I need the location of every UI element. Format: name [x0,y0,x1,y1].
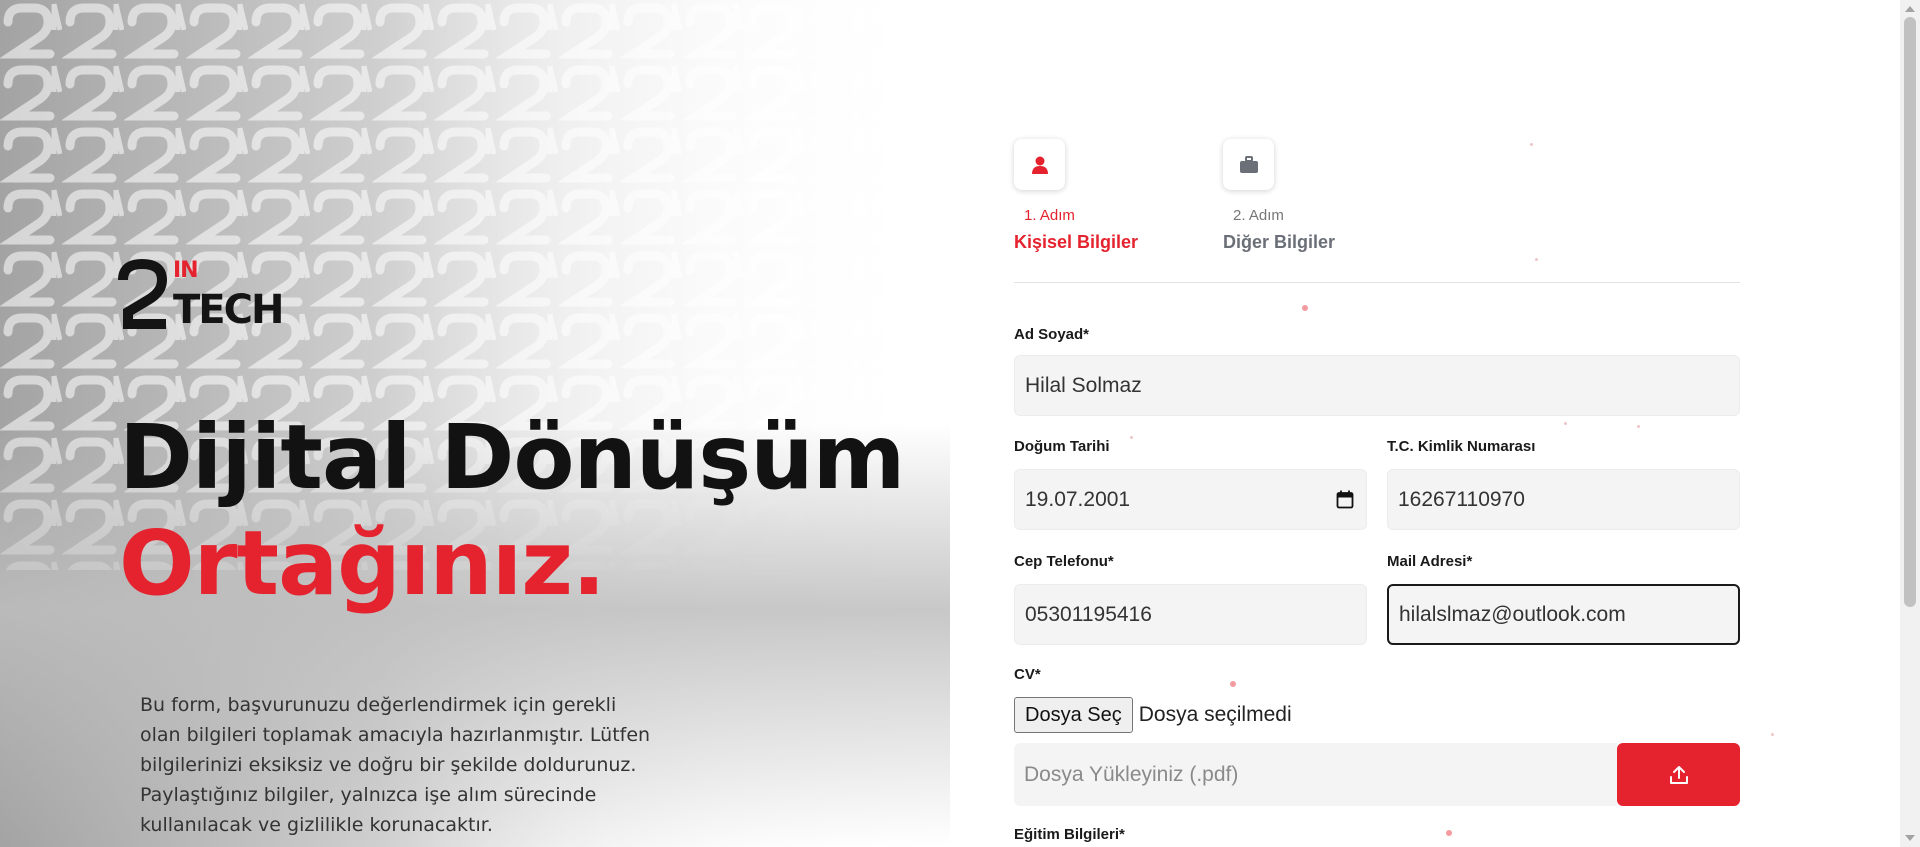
logo-tech-text: TECH [173,287,284,333]
birth-date-label: Doğum Tarihi [1014,438,1110,455]
scroll-down-arrow-icon[interactable] [1905,835,1915,841]
step-other-info[interactable]: 2. Adım Diğer Bilgiler [1223,139,1335,253]
full-name-input[interactable]: Hilal Solmaz [1014,355,1740,416]
step-1-title: Kişisel Bilgiler [1014,232,1139,252]
decorative-dot [1130,436,1133,439]
cv-upload-input[interactable]: Dosya Yükleyiniz (.pdf) [1014,743,1617,806]
hero-panel: IN TECH Dijital Dönüşüm Ortağınız. Bu fo… [0,0,950,847]
cv-upload-group: Dosya Yükleyiniz (.pdf) [1014,743,1740,806]
birth-date-input[interactable]: 19.07.2001 [1014,469,1367,530]
step-1-icon-box [1014,139,1065,190]
steps-divider [1014,282,1740,283]
scrollbar-thumb[interactable] [1904,17,1916,607]
cv-file-picker: Dosya Seç Dosya seçilmedi [1014,697,1292,733]
decorative-dot [1771,733,1774,736]
decorative-dot [1637,425,1640,428]
logo-in-text: IN [173,258,199,283]
application-form: 1. Adım Kişisel Bilgiler 2. Adım Diğer B… [1014,0,1740,847]
step-2-number: 2. Adım [1233,207,1284,224]
cv-label: CV* [1014,666,1041,683]
step-personal-info[interactable]: 1. Adım Kişisel Bilgiler [1014,139,1138,253]
user-icon [1031,156,1048,174]
upload-button[interactable] [1617,743,1740,806]
briefcase-icon [1239,155,1258,173]
full-name-label: Ad Soyad* [1014,326,1090,343]
decorative-dot [1530,143,1533,146]
intro-paragraph: Bu form, başvurunuzu değerlendirmek için… [140,694,651,836]
calendar-icon[interactable] [1336,490,1354,509]
company-logo: IN TECH [118,258,303,333]
decorative-dot [1302,305,1308,311]
page-scrollbar[interactable] [1900,0,1920,847]
upload-icon [1669,765,1688,784]
headline-line-2: Ortağınız. [119,511,606,615]
decorative-dot [1230,681,1236,687]
step-2-icon-box [1223,139,1274,190]
decorative-dot [1446,830,1452,836]
choose-file-button[interactable]: Dosya Seç [1014,697,1133,733]
logo-two-mark [118,258,168,329]
scroll-up-arrow-icon[interactable] [1905,6,1915,12]
birth-date-value: 19.07.2001 [1025,487,1131,511]
phone-label: Cep Telefonu* [1014,553,1114,570]
tc-number-input[interactable]: 16267110970 [1387,469,1740,530]
step-1-number: 1. Adım [1024,207,1075,224]
education-label: Eğitim Bilgileri* [1014,826,1125,843]
tc-number-label: T.C. Kimlik Numarası [1387,438,1536,455]
email-label: Mail Adresi* [1387,553,1473,570]
email-input[interactable]: hilalslmaz@outlook.com [1387,584,1740,645]
hero-headline: Dijital Dönüşüm Ortağınız. [119,404,905,616]
headline-line-1: Dijital Dönüşüm [119,405,905,509]
decorative-dot [1535,258,1538,261]
file-status-text: Dosya seçilmedi [1138,703,1292,726]
step-2-title: Diğer Bilgiler [1223,232,1336,252]
phone-input[interactable]: 05301195416 [1014,584,1367,645]
decorative-dot [1564,422,1567,425]
